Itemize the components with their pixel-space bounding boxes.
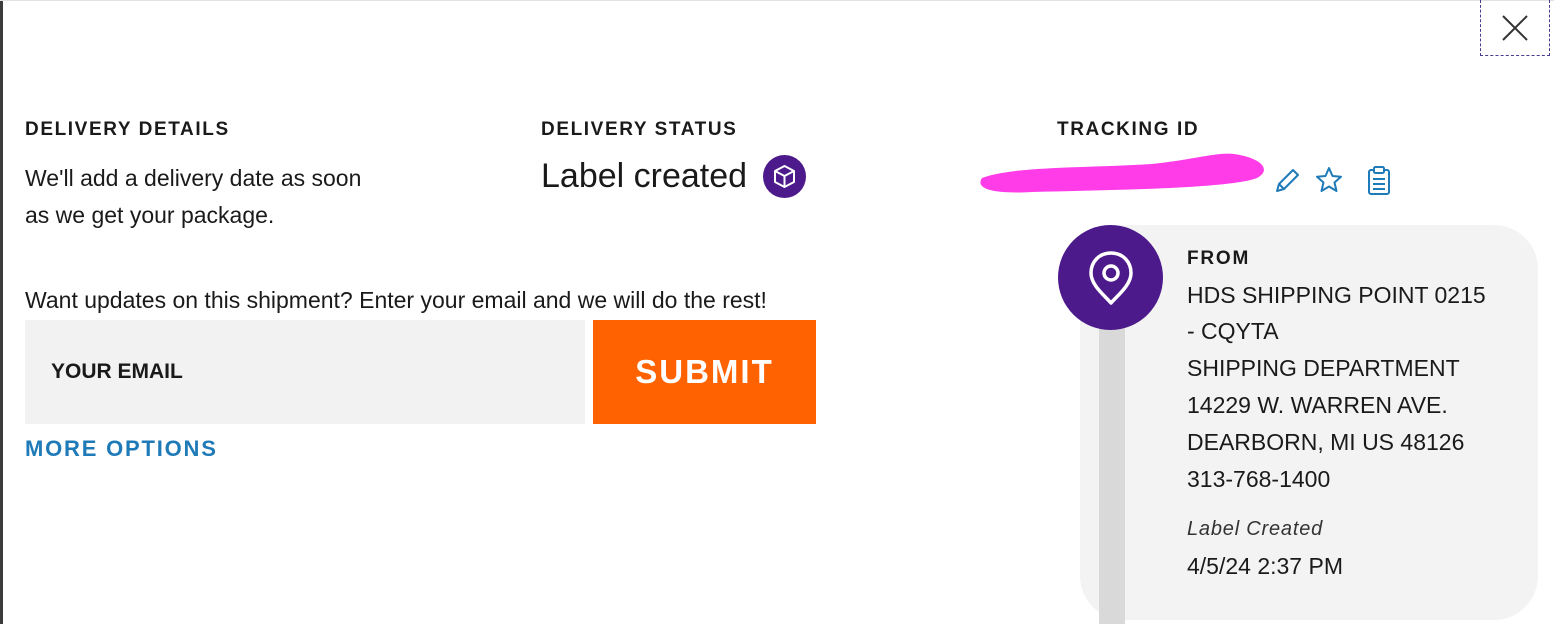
event-timestamp: 4/5/24 2:37 PM (1187, 553, 1343, 579)
clipboard-icon[interactable] (1365, 165, 1393, 197)
from-heading: FROM (1187, 248, 1251, 269)
pencil-icon[interactable] (1272, 166, 1302, 196)
delivery-status-heading: DELIVERY STATUS (541, 119, 738, 140)
tracking-id-heading: TRACKING ID (1057, 119, 1200, 140)
from-address-line: - CQYTA (1187, 318, 1279, 344)
from-address-line: 14229 W. WARREN AVE. (1187, 392, 1448, 418)
window-top-edge (0, 0, 1554, 1)
from-phone: 313-768-1400 (1187, 466, 1331, 492)
delivery-details-text-line2: as we get your package. (25, 202, 275, 228)
location-marker (1058, 225, 1163, 330)
delivery-details-text-line1: We'll add a delivery date as soon (25, 165, 362, 191)
more-options-link[interactable]: MORE OPTIONS (25, 436, 218, 462)
timeline-bar (1099, 300, 1125, 624)
delivery-status-value: Label created (541, 157, 748, 195)
delivery-details-heading: DELIVERY DETAILS (25, 119, 230, 140)
updates-prompt: Want updates on this shipment? Enter you… (25, 287, 767, 313)
close-button[interactable] (1480, 0, 1550, 56)
window-edge (0, 0, 3, 624)
event-label: Label Created (1187, 518, 1324, 540)
tracking-id-redaction (980, 153, 1264, 193)
star-icon[interactable] (1314, 165, 1344, 195)
from-address-line: SHIPPING DEPARTMENT (1187, 355, 1460, 381)
email-input[interactable] (25, 320, 585, 424)
package-icon (763, 155, 806, 198)
close-icon (1502, 14, 1528, 41)
submit-button[interactable]: SUBMIT (593, 320, 816, 424)
from-address-line: DEARBORN, MI US 48126 (1187, 429, 1465, 455)
from-address-line: HDS SHIPPING POINT 0215 (1187, 282, 1486, 308)
location-pin-icon (1088, 250, 1133, 305)
